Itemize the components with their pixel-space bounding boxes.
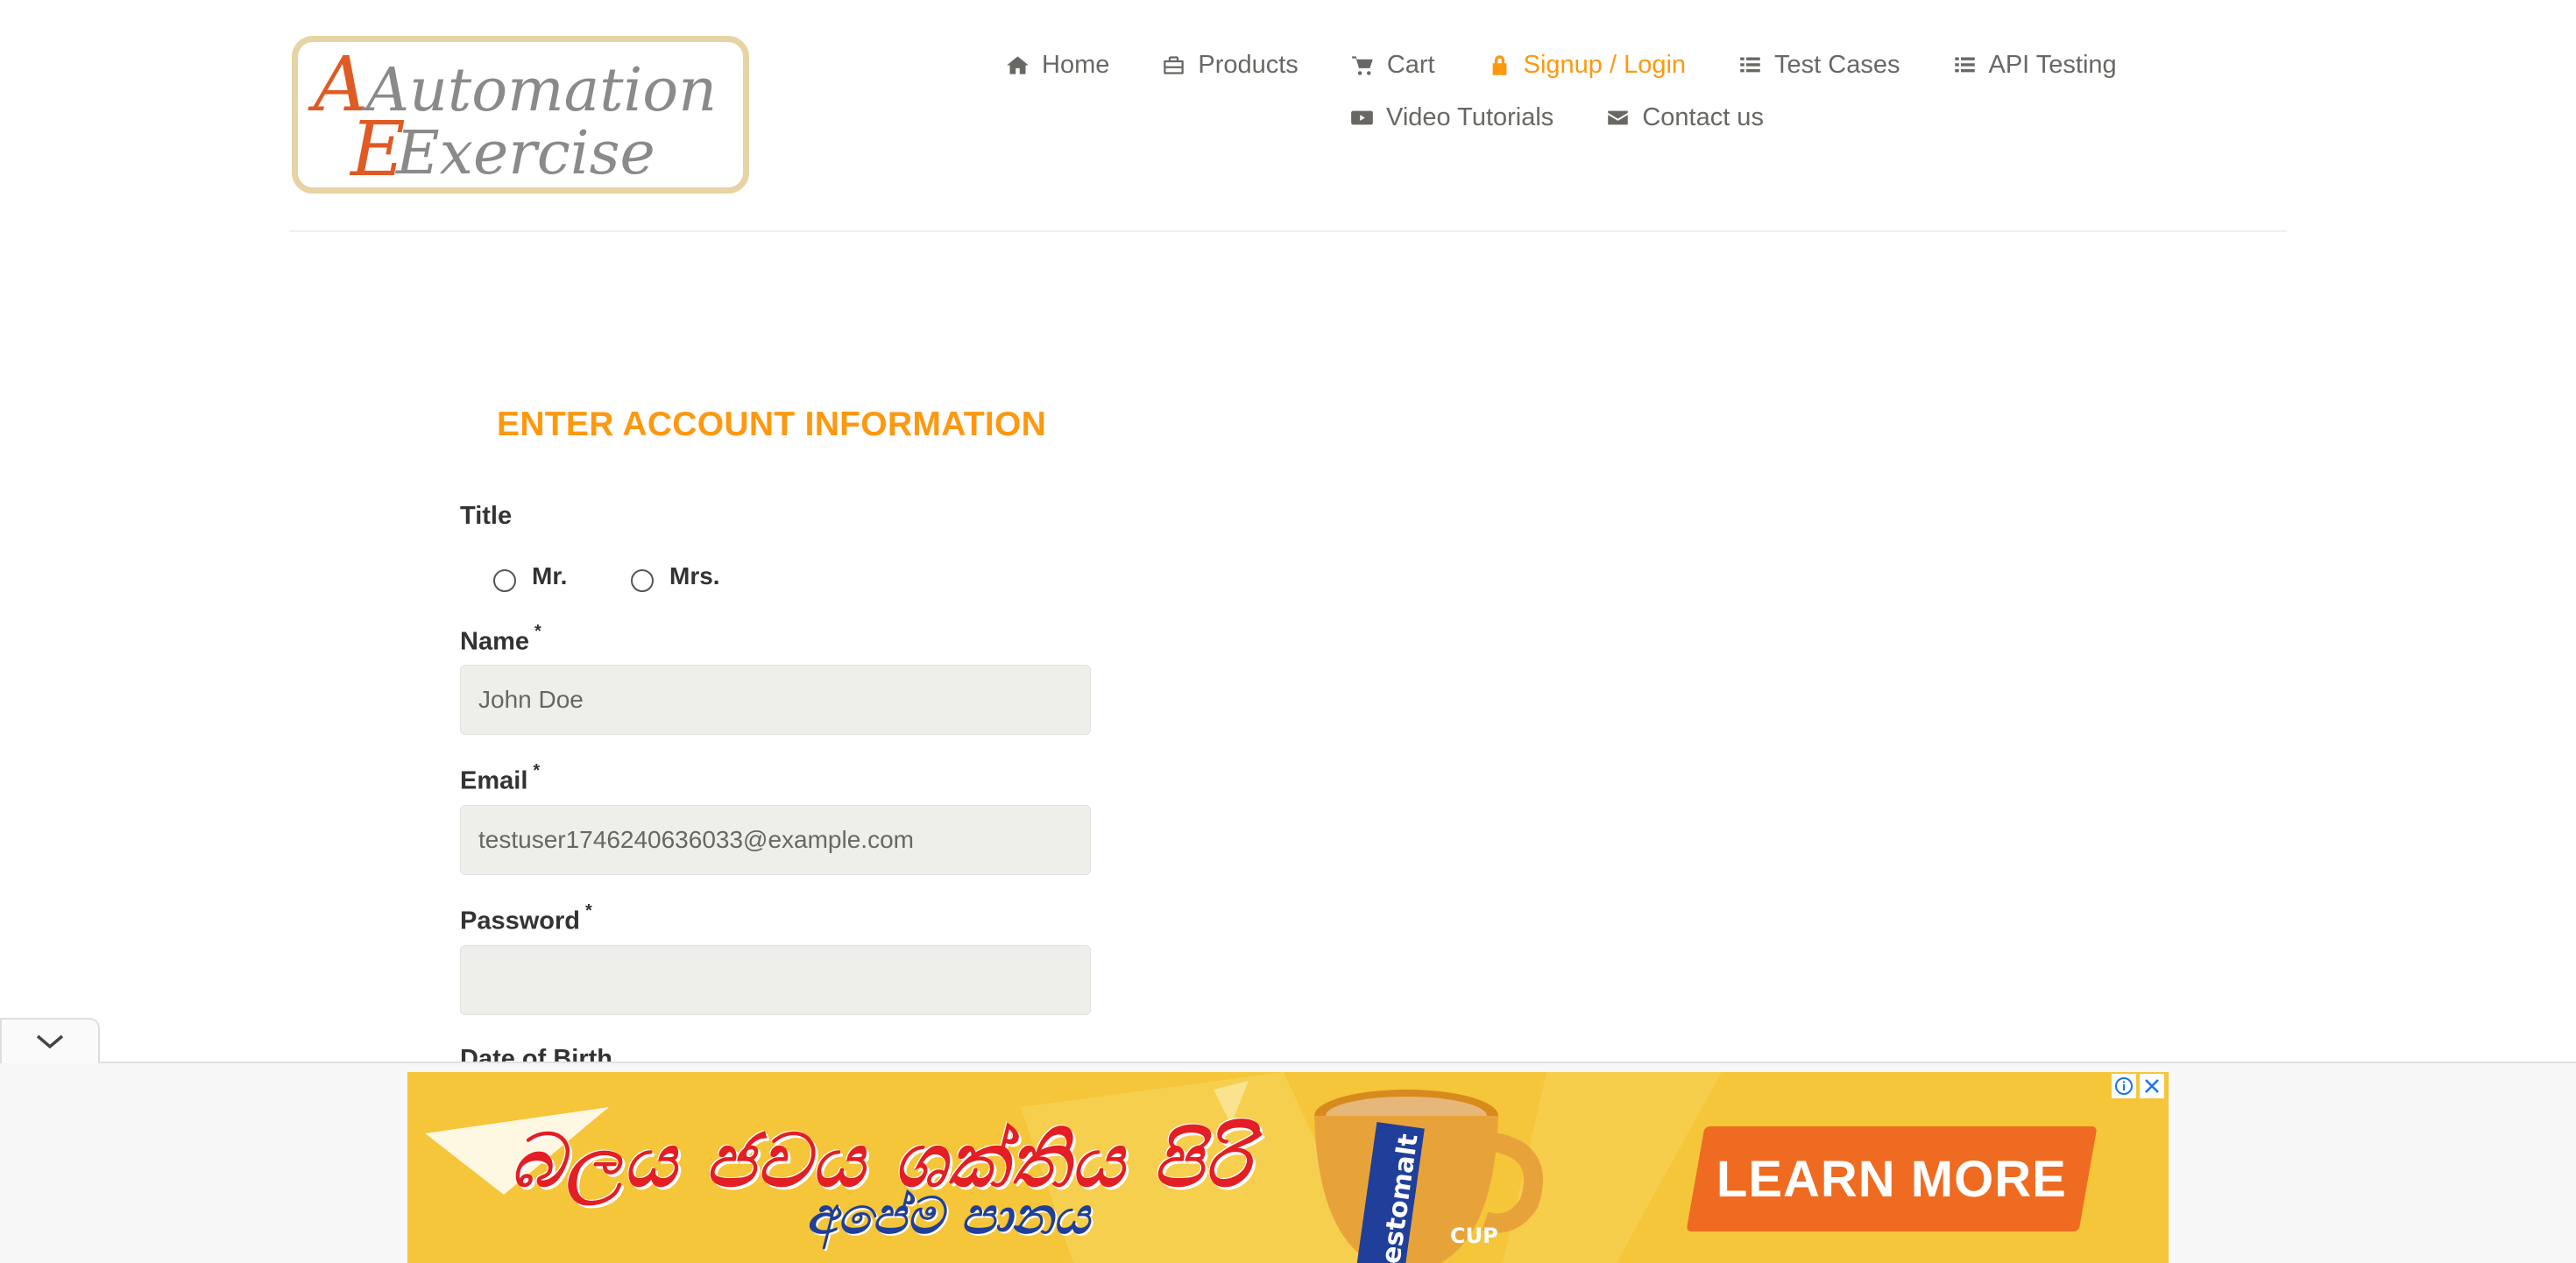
name-label: Name * xyxy=(460,622,541,657)
header-divider xyxy=(289,230,2287,232)
nav-test-cases-label: Test Cases xyxy=(1774,51,1900,79)
radio-mrs-label: Mrs. xyxy=(669,562,720,589)
radio-mr-group[interactable]: Mr. xyxy=(493,561,567,592)
ad-learn-more-label: LEARN MORE xyxy=(1716,1150,2067,1208)
email-label: Email * xyxy=(460,761,540,796)
radio-mrs[interactable] xyxy=(631,569,654,592)
ad-collapse-toggle[interactable] xyxy=(0,1018,100,1063)
youtube-icon xyxy=(1351,110,1373,125)
nav-signup-login[interactable]: Signup / Login xyxy=(1488,51,1686,80)
nav-home[interactable]: Home xyxy=(1006,51,1109,80)
radio-mrs-group[interactable]: Mrs. xyxy=(631,561,720,592)
nav-products-label: Products xyxy=(1198,51,1299,79)
radio-mr-label: Mr. xyxy=(532,562,568,589)
ad-close-button[interactable] xyxy=(2140,1074,2164,1098)
ad-mug-cup: CUP xyxy=(1450,1224,1498,1248)
password-input[interactable] xyxy=(460,945,1091,1015)
name-input[interactable] xyxy=(460,665,1091,735)
nav-home-label: Home xyxy=(1042,51,1110,79)
info-icon xyxy=(2115,1077,2133,1095)
nav-cart-label: Cart xyxy=(1386,51,1435,79)
site-logo[interactable]: A Automation E Exercise xyxy=(292,36,749,194)
main-nav-row-1: Home Products Cart Signup / Login Test C… xyxy=(1006,51,2117,80)
password-label-text: Password xyxy=(460,907,580,935)
nav-products[interactable]: Products xyxy=(1162,51,1299,80)
name-required-marker: * xyxy=(534,622,541,641)
email-label-text: Email xyxy=(460,766,528,795)
nav-video-tutorials-label: Video Tutorials xyxy=(1386,103,1554,131)
ad-banner[interactable]: බලය ජවය ශක්තිය පිරි අපේම පානය estomalt C… xyxy=(407,1072,2169,1263)
cart-icon xyxy=(1351,56,1373,75)
email-input[interactable] xyxy=(460,805,1091,875)
envelope-icon xyxy=(1608,110,1629,125)
list-icon xyxy=(1954,57,1975,73)
ad-divider xyxy=(0,1062,2576,1063)
nav-contact-us-label: Contact us xyxy=(1642,103,1764,131)
email-required-marker: * xyxy=(533,761,541,780)
password-label: Password * xyxy=(460,901,592,936)
nav-api-testing-label: API Testing xyxy=(1988,51,2117,79)
form-title: ENTER ACCOUNT INFORMATION xyxy=(497,406,1047,443)
logo-line2: Exercise xyxy=(394,119,655,187)
ad-controls xyxy=(2112,1074,2164,1098)
logo-line1: Automation xyxy=(361,56,717,125)
chevron-down-icon xyxy=(36,1034,64,1049)
nav-test-cases[interactable]: Test Cases xyxy=(1738,51,1900,80)
ad-info-button[interactable] xyxy=(2112,1074,2136,1098)
lock-icon xyxy=(1492,55,1506,75)
list-icon xyxy=(1740,57,1760,73)
radio-mr[interactable] xyxy=(493,569,516,592)
nav-api-testing[interactable]: API Testing xyxy=(1953,51,2117,80)
main-nav-row-2: Video Tutorials Contact us xyxy=(1350,103,1764,132)
nav-signup-login-label: Signup / Login xyxy=(1523,51,1687,79)
close-icon xyxy=(2145,1079,2159,1093)
briefcase-icon xyxy=(1164,56,1185,74)
logo-graphic: A Automation E Exercise xyxy=(308,42,717,187)
ad-mug-graphic: estomalt CUP xyxy=(1314,1090,1543,1263)
nav-cart[interactable]: Cart xyxy=(1351,51,1435,80)
title-label: Title xyxy=(460,502,513,530)
nav-contact-us[interactable]: Contact us xyxy=(1606,103,1764,132)
ad-learn-more-button[interactable]: LEARN MORE xyxy=(1686,1126,2098,1231)
name-label-text: Name xyxy=(460,627,529,656)
ad-subline: අපේම පානය xyxy=(806,1186,1090,1245)
password-required-marker: * xyxy=(585,901,592,921)
home-icon xyxy=(1007,56,1029,74)
nav-video-tutorials[interactable]: Video Tutorials xyxy=(1350,103,1553,132)
